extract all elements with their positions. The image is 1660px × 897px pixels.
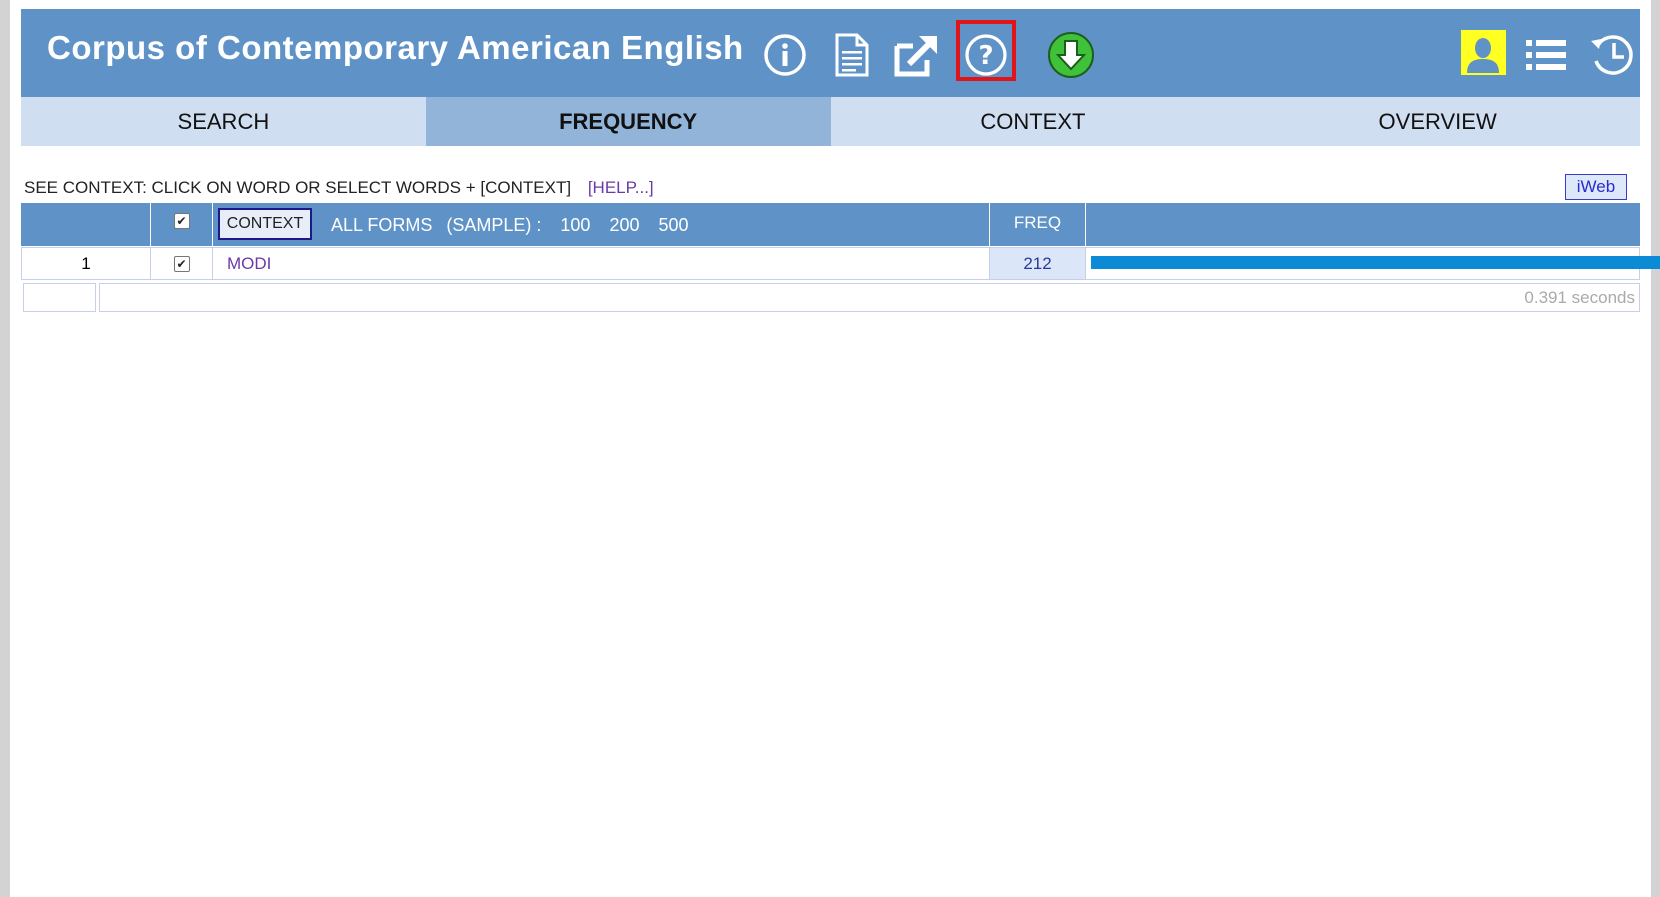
help-icon[interactable]: ?	[958, 27, 1014, 83]
word-header: CONTEXT ALL FORMS (SAMPLE) : 100 200 500	[213, 203, 990, 246]
external-link-icon[interactable]	[889, 27, 945, 83]
row-select-cell: ✔	[151, 248, 213, 279]
table-header: ✔ CONTEXT ALL FORMS (SAMPLE) : 100 200 50…	[21, 203, 1640, 246]
instructions-line: SEE CONTEXT: CLICK ON WORD OR SELECT WOR…	[24, 178, 654, 198]
table-footer: 0.391 seconds	[23, 283, 1640, 312]
tab-search[interactable]: SEARCH	[21, 97, 426, 146]
select-all-cell: ✔	[151, 203, 213, 246]
svg-text:?: ?	[978, 41, 993, 71]
user-icon[interactable]	[1455, 27, 1511, 83]
sample-200-link[interactable]: 200	[609, 215, 639, 235]
main-tabs: SEARCH FREQUENCY CONTEXT OVERVIEW	[21, 97, 1640, 146]
bar-header	[1086, 203, 1640, 246]
tab-context[interactable]: CONTEXT	[831, 97, 1236, 146]
row-checkbox[interactable]: ✔	[173, 255, 190, 272]
sample-label: (SAMPLE) :	[446, 215, 542, 235]
select-all-checkbox[interactable]: ✔	[173, 213, 190, 229]
query-timing: 0.391 seconds	[99, 283, 1640, 312]
sample-500-link[interactable]: 500	[659, 215, 689, 235]
history-icon[interactable]	[1584, 27, 1640, 83]
download-icon[interactable]	[1043, 27, 1099, 83]
freq-bar-track	[1091, 256, 1660, 269]
freq-bar	[1091, 256, 1660, 269]
iweb-button[interactable]: iWeb	[1565, 174, 1627, 200]
tab-overview[interactable]: OVERVIEW	[1235, 97, 1640, 146]
info-icon[interactable]	[757, 27, 813, 83]
context-button[interactable]: CONTEXT	[218, 208, 312, 240]
all-forms-label: ALL FORMS	[331, 215, 433, 235]
rank-header	[21, 203, 151, 246]
all-forms-sample: ALL FORMS (SAMPLE) : 100 200 500	[331, 215, 703, 236]
document-icon[interactable]	[823, 27, 879, 83]
sample-100-link[interactable]: 100	[560, 215, 590, 235]
row-freq[interactable]: 212	[990, 248, 1086, 279]
freq-header[interactable]: FREQ	[990, 203, 1086, 246]
table-row: 1 ✔ MODI 212	[21, 247, 1660, 280]
row-word-cell: MODI	[213, 248, 990, 279]
tab-frequency[interactable]: FREQUENCY	[425, 97, 831, 146]
instructions-text: SEE CONTEXT: CLICK ON WORD OR SELECT WOR…	[24, 178, 572, 197]
app-title: Corpus of Contemporary American English	[47, 29, 744, 66]
app-header: Corpus of Contemporary American English	[21, 9, 1640, 97]
list-icon[interactable]	[1518, 27, 1574, 83]
help-link[interactable]: [HELP...]	[588, 178, 654, 197]
row-rank: 1	[22, 248, 151, 279]
row-bar-cell	[1086, 248, 1660, 279]
row-word-link[interactable]: MODI	[227, 254, 271, 274]
footer-left-cell	[23, 283, 96, 312]
